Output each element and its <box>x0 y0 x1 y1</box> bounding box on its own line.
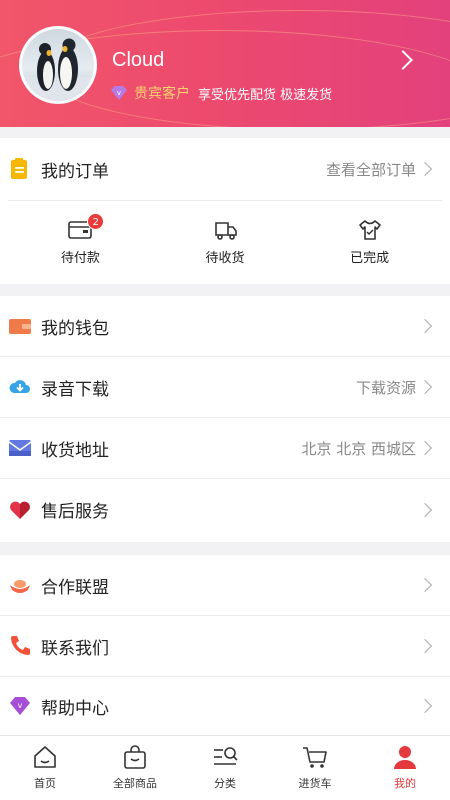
tab-all-products[interactable]: 全部商品 <box>90 736 180 800</box>
tab-mine[interactable]: 我的 <box>360 736 450 800</box>
clipboard-icon <box>8 157 32 181</box>
order-status-pending-payment[interactable]: 2 待付款 <box>8 201 153 266</box>
menu-item-contact-us[interactable]: 联系我们 <box>0 616 450 677</box>
profile-header[interactable]: Cloud v 贵宾客户 享受优先配货 极速发货 <box>0 0 450 127</box>
orders-row[interactable]: 我的订单 查看全部订单 <box>0 138 450 200</box>
order-status-awaiting-delivery[interactable]: 待收货 <box>153 201 298 266</box>
tab-category[interactable]: 分类 <box>180 736 270 800</box>
wallet-icon: 2 <box>67 213 105 241</box>
menu-value: 北京 北京 西城区 <box>301 439 416 458</box>
truck-icon <box>212 219 238 241</box>
diamond-icon: v <box>8 694 32 718</box>
menu-item-wallet[interactable]: 我的钱包 <box>0 296 450 357</box>
menu-item-help-center[interactable]: v 帮助中心 <box>0 677 450 735</box>
tab-label: 全部商品 <box>113 777 157 790</box>
menu-item-partnership[interactable]: 合作联盟 <box>0 555 450 616</box>
tab-home[interactable]: 首页 <box>0 736 90 800</box>
home-icon <box>31 743 59 771</box>
svg-text:v: v <box>117 89 121 97</box>
vip-label: 贵宾客户 <box>134 86 190 102</box>
tab-label: 首页 <box>34 777 56 790</box>
order-status-bar: 2 待付款 待收货 已完成 <box>8 200 442 283</box>
menu-item-recording-download[interactable]: 录音下载 下载资源 <box>0 357 450 418</box>
menu-value: 下载资源 <box>355 378 416 397</box>
orders-title: 我的订单 <box>41 161 109 182</box>
orders-card: 我的订单 查看全部订单 2 待付款 待收货 已完成 <box>0 138 450 284</box>
chevron-right-icon <box>417 440 433 456</box>
heart-icon <box>8 498 32 522</box>
vip-perks: 享受优先配货 极速发货 <box>198 87 333 103</box>
pending-payment-badge: 2 <box>87 213 105 230</box>
view-all-orders-link[interactable]: 查看全部订单 <box>326 159 416 180</box>
vip-diamond-icon: v <box>110 85 128 101</box>
menu-group-2: 合作联盟 联系我们 v 帮助中心 <box>0 555 450 735</box>
tab-label: 分类 <box>214 777 236 790</box>
svg-text:v: v <box>18 701 23 710</box>
menu-item-shipping-address[interactable]: 收货地址 北京 北京 西城区 <box>0 418 450 479</box>
category-search-icon <box>211 743 239 771</box>
menu-label: 联系我们 <box>41 638 109 659</box>
status-label: 待收货 <box>205 251 245 266</box>
vip-status: v 贵宾客户 享受优先配货 极速发货 <box>110 83 332 103</box>
shirt-icon <box>357 219 383 241</box>
wallet-icon <box>8 314 32 338</box>
bottom-tab-bar: 首页 全部商品 分类 进货车 我的 <box>0 735 450 800</box>
avatar[interactable] <box>19 26 97 104</box>
menu-group-1: 我的钱包 录音下载 下载资源 收货地址 北京 北京 西城区 售后服务 <box>0 296 450 542</box>
status-label: 已完成 <box>350 251 390 266</box>
bag-icon <box>121 743 149 771</box>
menu-item-after-sales[interactable]: 售后服务 <box>0 479 450 540</box>
cloud-download-icon <box>8 375 32 399</box>
ingot-icon <box>8 573 32 597</box>
menu-label: 收货地址 <box>41 440 109 461</box>
phone-icon <box>8 634 32 658</box>
menu-label: 我的钱包 <box>41 318 109 339</box>
chevron-right-icon <box>417 379 433 395</box>
username: Cloud <box>112 49 165 71</box>
tab-cart[interactable]: 进货车 <box>270 736 360 800</box>
menu-label: 售后服务 <box>41 502 109 522</box>
status-label: 待付款 <box>60 251 100 266</box>
menu-label: 合作联盟 <box>41 577 109 598</box>
tab-label: 进货车 <box>298 777 332 790</box>
tab-label: 我的 <box>394 777 416 790</box>
cart-icon <box>301 743 329 771</box>
person-icon <box>391 743 419 771</box>
chevron-right-icon <box>417 161 433 177</box>
menu-label: 录音下载 <box>41 379 109 400</box>
menu-label: 帮助中心 <box>41 698 109 719</box>
order-status-completed[interactable]: 已完成 <box>297 201 442 266</box>
envelope-icon <box>8 436 32 460</box>
